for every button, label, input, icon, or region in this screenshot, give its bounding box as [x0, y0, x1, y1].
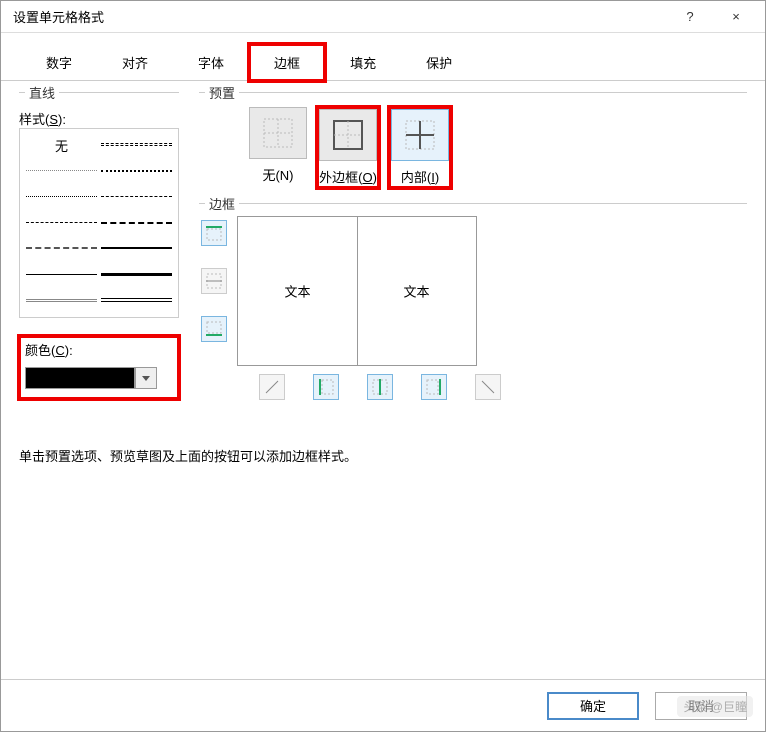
color-dropdown[interactable]: [135, 367, 157, 389]
help-button[interactable]: ?: [667, 1, 713, 33]
chevron-down-icon: [142, 376, 150, 381]
border-right-button[interactable]: [421, 374, 447, 400]
line-style-option[interactable]: [26, 188, 97, 206]
tab-number[interactable]: 数字: [21, 44, 97, 81]
border-section-label: 边框: [205, 194, 239, 213]
preset-outline[interactable]: 外边框(O): [317, 107, 379, 188]
line-style-option[interactable]: [101, 239, 172, 257]
tab-align[interactable]: 对齐: [97, 44, 173, 81]
line-style-option[interactable]: [26, 265, 97, 283]
ok-button[interactable]: 确定: [547, 692, 639, 720]
preset-inside-label: 内部(I): [401, 167, 439, 186]
preset-none-label: 无(N): [262, 165, 293, 184]
tab-border[interactable]: 边框: [249, 44, 325, 81]
border-top-button[interactable]: [201, 220, 227, 246]
titlebar: 设置单元格格式 ? ×: [1, 1, 765, 33]
tab-protect[interactable]: 保护: [401, 44, 477, 81]
line-style-option[interactable]: [101, 135, 172, 153]
preview-text: 文本: [284, 282, 310, 301]
line-style-option[interactable]: [101, 214, 172, 232]
line-style-option[interactable]: [26, 214, 97, 232]
border-left-button[interactable]: [313, 374, 339, 400]
border-diag-down-button[interactable]: [475, 374, 501, 400]
border-diag-up-button[interactable]: [259, 374, 285, 400]
border-vmiddle-button[interactable]: [367, 374, 393, 400]
preset-inside-icon: [405, 120, 435, 150]
line-style-option[interactable]: [101, 291, 172, 309]
preset-inside[interactable]: 内部(I): [389, 107, 451, 188]
color-group: 颜色(C):: [19, 336, 179, 399]
line-style-option[interactable]: [26, 239, 97, 257]
group-border: 边框: [199, 203, 747, 204]
style-label: 样式(S):: [19, 109, 179, 128]
right-column: 预置 无(N) 外边框(O) 内部(I): [199, 93, 747, 408]
line-style-option[interactable]: [101, 265, 172, 283]
line-style-option[interactable]: [26, 162, 97, 180]
preset-none[interactable]: 无(N): [249, 107, 307, 188]
preset-outline-icon: [333, 120, 363, 150]
footer: 确定 取消: [1, 679, 765, 731]
preset-section-label: 预置: [205, 83, 239, 102]
preview-text: 文本: [403, 282, 429, 301]
preset-none-icon: [263, 118, 293, 148]
line-style-option[interactable]: [101, 188, 172, 206]
line-style-list[interactable]: 无: [19, 128, 179, 318]
color-swatch[interactable]: [25, 367, 135, 389]
left-column: 直线 样式(S): 无 颜色(C):: [19, 93, 179, 408]
tab-fill[interactable]: 填充: [325, 44, 401, 81]
preset-outline-label: 外边框(O): [319, 167, 377, 186]
tabs: 数字 对齐 字体 边框 填充 保护: [1, 33, 765, 81]
tab-font[interactable]: 字体: [173, 44, 249, 81]
color-label: 颜色(C):: [25, 340, 173, 359]
group-preset: 预置: [199, 92, 747, 93]
watermark: 头条 @巨瞳: [677, 696, 753, 717]
border-bottom-button[interactable]: [201, 316, 227, 342]
hint-text: 单击预置选项、预览草图及上面的按钮可以添加边框样式。: [19, 446, 747, 465]
border-hmiddle-button[interactable]: [201, 268, 227, 294]
line-section-label: 直线: [25, 83, 59, 102]
border-preview[interactable]: 文本 文本: [237, 216, 477, 366]
close-button[interactable]: ×: [713, 1, 759, 33]
line-style-option[interactable]: [26, 291, 97, 309]
content: 直线 样式(S): 无 颜色(C):: [1, 81, 765, 420]
line-style-option[interactable]: [101, 162, 172, 180]
group-line: 直线: [19, 92, 179, 93]
line-style-none[interactable]: 无: [26, 135, 97, 156]
window-title: 设置单元格格式: [13, 7, 667, 26]
